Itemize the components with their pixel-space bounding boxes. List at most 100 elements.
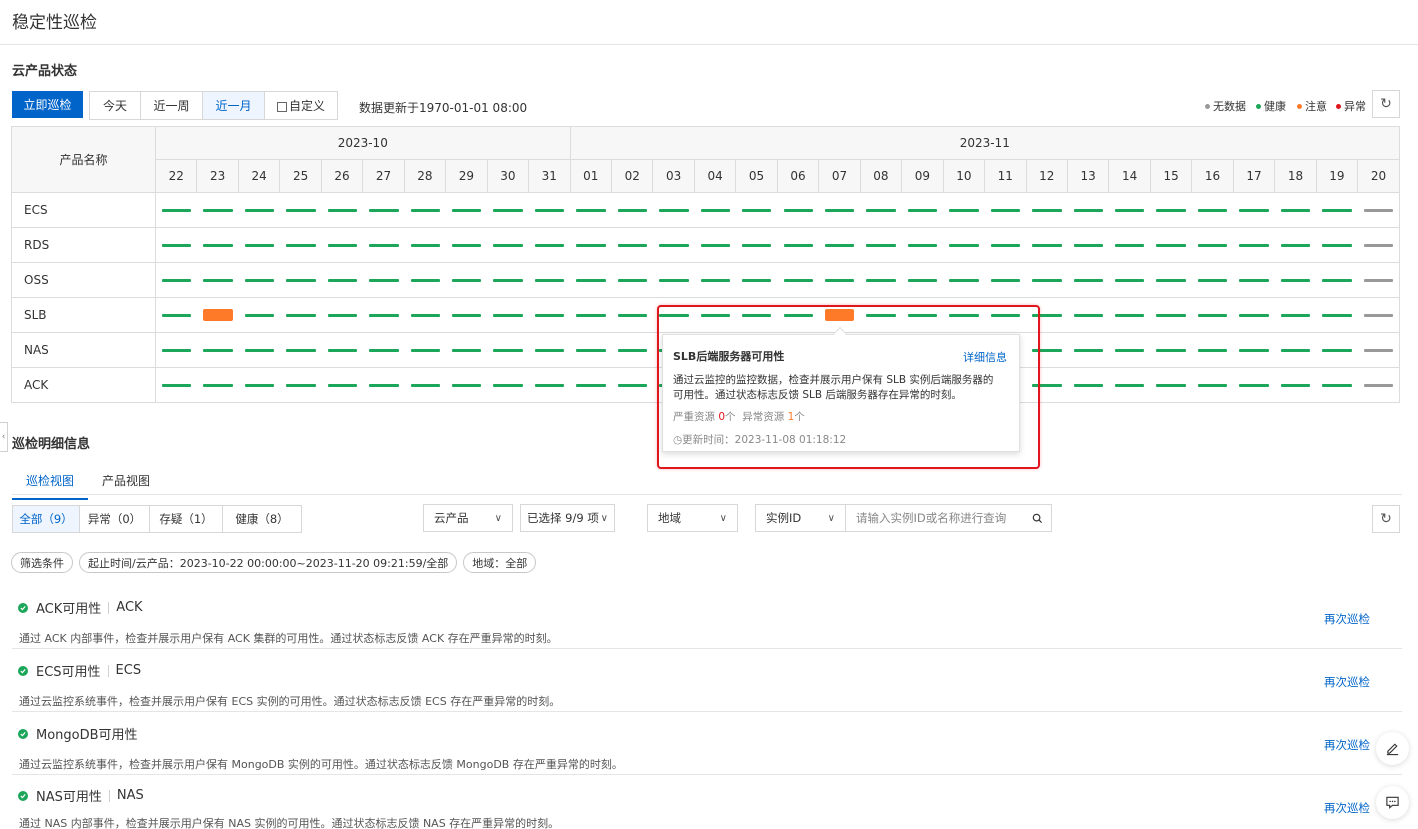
status-segment-healthy[interactable] bbox=[617, 279, 648, 282]
status-segment-healthy[interactable] bbox=[452, 209, 482, 212]
recheck-button[interactable]: 再次巡检 bbox=[1324, 611, 1370, 627]
status-segment-healthy[interactable] bbox=[493, 244, 523, 247]
status-segment-healthy[interactable] bbox=[1156, 384, 1186, 387]
status-segment-healthy[interactable] bbox=[659, 279, 689, 282]
filter-conditions-chip[interactable]: 筛选条件 bbox=[11, 552, 73, 573]
status-segment-healthy[interactable] bbox=[452, 244, 482, 247]
status-segment-healthy[interactable] bbox=[1114, 384, 1145, 387]
region-select[interactable]: 地域 ∨ bbox=[647, 504, 738, 532]
status-segment-healthy[interactable] bbox=[452, 384, 482, 387]
status-segment-healthy[interactable] bbox=[1322, 244, 1352, 247]
status-segment-healthy[interactable] bbox=[742, 209, 772, 212]
status-segment-healthy[interactable] bbox=[742, 244, 772, 247]
status-segment-healthy[interactable] bbox=[990, 279, 1021, 282]
status-segment-no-data[interactable] bbox=[1363, 244, 1393, 247]
status-segment-healthy[interactable] bbox=[244, 209, 275, 212]
recheck-button[interactable]: 再次巡检 bbox=[1324, 800, 1370, 816]
status-segment-healthy[interactable] bbox=[866, 209, 896, 212]
time-product-chip[interactable]: 起止时间/云产品：2023-10-22 00:00:00~2023-11-20 … bbox=[79, 552, 458, 573]
status-segment-healthy[interactable] bbox=[327, 384, 358, 387]
feedback-edit-button[interactable] bbox=[1376, 732, 1409, 765]
status-segment-healthy[interactable] bbox=[244, 279, 275, 282]
status-segment-healthy[interactable] bbox=[203, 384, 233, 387]
status-segment-healthy[interactable] bbox=[1073, 314, 1103, 317]
status-segment-healthy[interactable] bbox=[1114, 244, 1145, 247]
status-segment-healthy[interactable] bbox=[1239, 349, 1269, 352]
status-segment-healthy[interactable] bbox=[700, 279, 731, 282]
status-segment-healthy[interactable] bbox=[617, 314, 648, 317]
status-segment-no-data[interactable] bbox=[1363, 209, 1393, 212]
status-segment-healthy[interactable] bbox=[1114, 314, 1145, 317]
status-segment-healthy[interactable] bbox=[162, 244, 192, 247]
status-segment-healthy[interactable] bbox=[659, 209, 689, 212]
filter-abnormal[interactable]: 异常（0） bbox=[80, 506, 150, 532]
status-segment-healthy[interactable] bbox=[1032, 279, 1062, 282]
filter-healthy[interactable]: 健康（8） bbox=[223, 506, 301, 532]
status-segment-healthy[interactable] bbox=[1322, 314, 1352, 317]
status-segment-healthy[interactable] bbox=[866, 279, 896, 282]
status-segment-healthy[interactable] bbox=[1156, 209, 1186, 212]
status-segment-healthy[interactable] bbox=[1156, 279, 1186, 282]
status-segment-healthy[interactable] bbox=[369, 209, 399, 212]
refresh-status-button[interactable]: ↻ bbox=[1372, 90, 1400, 118]
status-segment-healthy[interactable] bbox=[783, 209, 813, 212]
status-segment-healthy[interactable] bbox=[203, 279, 233, 282]
status-segment-healthy[interactable] bbox=[534, 209, 565, 212]
status-segment-healthy[interactable] bbox=[1322, 349, 1352, 352]
status-segment-healthy[interactable] bbox=[1239, 209, 1269, 212]
tab-product-view[interactable]: 产品视图 bbox=[88, 470, 164, 500]
status-segment-healthy[interactable] bbox=[576, 279, 606, 282]
status-segment-healthy[interactable] bbox=[203, 349, 233, 352]
recheck-button[interactable]: 再次巡检 bbox=[1324, 674, 1370, 690]
status-segment-healthy[interactable] bbox=[783, 279, 813, 282]
status-segment-healthy[interactable] bbox=[617, 209, 648, 212]
status-segment-healthy[interactable] bbox=[1114, 349, 1145, 352]
status-segment-healthy[interactable] bbox=[990, 244, 1021, 247]
status-segment-healthy[interactable] bbox=[907, 209, 938, 212]
status-segment-healthy[interactable] bbox=[286, 349, 316, 352]
status-segment-healthy[interactable] bbox=[617, 384, 648, 387]
status-segment-healthy[interactable] bbox=[369, 314, 399, 317]
tab-custom[interactable]: 自定义 bbox=[265, 92, 337, 119]
status-segment-healthy[interactable] bbox=[1280, 279, 1311, 282]
status-segment-no-data[interactable] bbox=[1363, 279, 1393, 282]
status-segment-healthy[interactable] bbox=[1197, 314, 1228, 317]
status-segment-healthy[interactable] bbox=[1197, 244, 1228, 247]
status-segment-healthy[interactable] bbox=[286, 244, 316, 247]
status-segment-healthy[interactable] bbox=[327, 244, 358, 247]
status-segment-healthy[interactable] bbox=[410, 314, 441, 317]
status-segment-healthy[interactable] bbox=[369, 349, 399, 352]
status-segment-healthy[interactable] bbox=[369, 279, 399, 282]
status-segment-healthy[interactable] bbox=[286, 384, 316, 387]
status-segment-healthy[interactable] bbox=[286, 314, 316, 317]
status-segment-healthy[interactable] bbox=[576, 349, 606, 352]
status-segment-healthy[interactable] bbox=[410, 384, 441, 387]
status-segment-healthy[interactable] bbox=[990, 209, 1021, 212]
status-segment-healthy[interactable] bbox=[1156, 349, 1186, 352]
status-segment-healthy[interactable] bbox=[534, 349, 565, 352]
status-segment-healthy[interactable] bbox=[1239, 279, 1269, 282]
status-segment-healthy[interactable] bbox=[824, 244, 855, 247]
status-segment-healthy[interactable] bbox=[534, 314, 565, 317]
status-segment-healthy[interactable] bbox=[286, 279, 316, 282]
status-segment-healthy[interactable] bbox=[162, 314, 192, 317]
status-segment-healthy[interactable] bbox=[1239, 314, 1269, 317]
status-segment-healthy[interactable] bbox=[410, 244, 441, 247]
status-segment-healthy[interactable] bbox=[907, 244, 938, 247]
tab-last-week[interactable]: 近一周 bbox=[141, 92, 203, 119]
status-segment-healthy[interactable] bbox=[1197, 384, 1228, 387]
status-segment-healthy[interactable] bbox=[327, 209, 358, 212]
recheck-button[interactable]: 再次巡检 bbox=[1324, 737, 1370, 753]
status-segment-healthy[interactable] bbox=[1280, 244, 1311, 247]
status-segment-healthy[interactable] bbox=[742, 279, 772, 282]
chat-button[interactable] bbox=[1376, 786, 1409, 819]
tab-today[interactable]: 今天 bbox=[90, 92, 141, 119]
status-segment-healthy[interactable] bbox=[1032, 244, 1062, 247]
status-segment-healthy[interactable] bbox=[410, 279, 441, 282]
status-segment-no-data[interactable] bbox=[1363, 314, 1393, 317]
filter-all[interactable]: 全部（9） bbox=[13, 506, 80, 532]
status-segment-no-data[interactable] bbox=[1363, 384, 1393, 387]
status-segment-healthy[interactable] bbox=[1073, 244, 1103, 247]
status-segment-healthy[interactable] bbox=[1322, 384, 1352, 387]
status-segment-healthy[interactable] bbox=[203, 209, 233, 212]
